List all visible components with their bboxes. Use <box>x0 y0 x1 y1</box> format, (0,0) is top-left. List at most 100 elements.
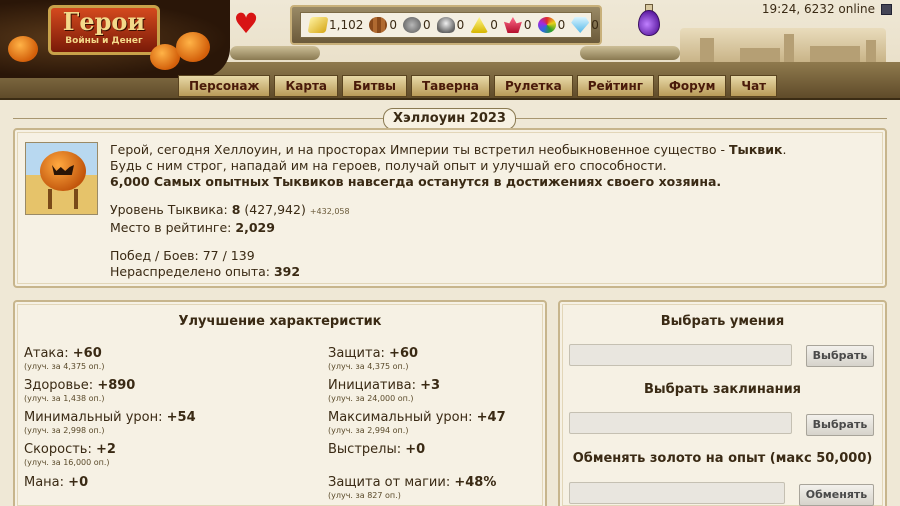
intro-line-1: Герой, сегодня Хеллоуин, и на просторах … <box>110 142 787 157</box>
stat-item[interactable]: Защита: +60 (улуч. за 4,375 оп.) <box>328 346 418 371</box>
nav-item[interactable]: Таверна <box>411 75 490 97</box>
stat-item[interactable]: Мана: +0 <box>24 475 88 490</box>
stat-label: Защита от магии: <box>328 475 455 490</box>
heart-icon[interactable]: ♥ <box>232 10 260 38</box>
stat-label: Здоровье: <box>24 378 98 393</box>
stat-label: Выстрелы: <box>328 442 406 457</box>
pumpkin-icon <box>176 32 210 62</box>
pumpkin-icon <box>8 36 38 62</box>
stat-item[interactable]: Минимальный урон: +54 (улуч. за 2,998 оп.… <box>24 410 196 435</box>
potion-icon[interactable] <box>638 10 660 36</box>
choose-spells-button[interactable]: Выбрать <box>806 414 874 436</box>
nav-item[interactable]: Чат <box>730 75 778 97</box>
nav-item[interactable]: Рулетка <box>494 75 573 97</box>
time-online-block: 19:24, 6232 online <box>762 2 892 16</box>
gold-icon <box>307 17 329 33</box>
wins-battles: Побед / Боев: 77 / 139 <box>110 248 255 263</box>
skills-select-field[interactable] <box>569 344 792 366</box>
time-online: 19:24, 6232 online <box>761 2 875 16</box>
resource-item: 0 <box>537 17 566 33</box>
castle-image <box>680 28 886 62</box>
stat-upgrade-cost: (улуч. за 16,000 оп.) <box>24 458 110 467</box>
title-divider <box>13 118 383 119</box>
stat-label: Скорость: <box>24 442 96 457</box>
logo-title: Герои <box>62 7 146 36</box>
stat-upgrade-cost: (улуч. за 2,998 оп.) <box>24 426 105 435</box>
title-divider <box>516 118 887 119</box>
resource-value: 0 <box>591 18 599 32</box>
choose-skills-button[interactable]: Выбрать <box>806 345 874 367</box>
main-nav: Персонаж Карта Битвы Таверна Рулетка Рейтинг Ф… <box>178 75 778 97</box>
nav-item[interactable]: Карта <box>274 75 339 97</box>
stat-value: +60 <box>389 346 419 361</box>
stat-item[interactable]: Скорость: +2 (улуч. за 16,000 оп.) <box>24 442 116 467</box>
stat-item[interactable]: Максимальный урон: +47 (улуч. за 2,994 оп… <box>328 410 506 435</box>
resource-item: 0 <box>503 17 532 33</box>
stat-value: +890 <box>97 378 136 393</box>
ore-icon <box>403 17 421 33</box>
resource-item: 1,102 <box>307 17 364 33</box>
nav-item[interactable]: Персонаж <box>178 75 271 97</box>
exchange-heading: Обменять золото на опыт (макс 50,000) <box>572 451 873 466</box>
stat-item[interactable]: Инициатива: +3 (улуч. за 24,000 оп.) <box>328 378 440 403</box>
wood-icon <box>369 17 388 33</box>
stat-item[interactable]: Защита от магии: +48% (улуч. за 827 оп.) <box>328 475 496 500</box>
stat-upgrade-cost: (улуч. за 1,438 оп.) <box>24 394 105 403</box>
skills-panel: Выбрать умения Выбрать Выбрать заклинани… <box>558 300 887 506</box>
header-ornament <box>580 46 680 60</box>
diamond-icon <box>571 17 590 33</box>
pumpkin-legs <box>48 189 78 209</box>
resource-item: 0 <box>436 17 464 33</box>
stat-item[interactable]: Атака: +60 (улуч. за 4,375 оп.) <box>24 346 104 371</box>
pumpkin-creature-image <box>25 142 98 215</box>
stat-value: +48% <box>454 475 497 490</box>
crystal-icon <box>503 17 522 33</box>
resource-item: 0 <box>403 17 431 33</box>
nav-item[interactable]: Форум <box>658 75 727 97</box>
disk-icon[interactable] <box>881 3 892 15</box>
intro-line-2: Будь с ним строг, нападай им на героев, … <box>110 158 667 173</box>
resource-item: 0 <box>571 17 599 33</box>
game-header: Герои Войны и Денег ♥ 1,102 0 0 0 0 0 0 0 19:24… <box>0 0 900 100</box>
stat-label: Атака: <box>24 346 73 361</box>
intro-line-3: 6,000 Самых опытных Тыквиков навсегда ос… <box>110 174 722 189</box>
unspent-exp: Нераспределено опыта: 392 <box>110 264 301 279</box>
skills-heading: Выбрать умения <box>660 314 785 329</box>
stat-upgrade-cost: (улуч. за 4,375 оп.) <box>328 362 409 371</box>
gold-amount-input[interactable] <box>569 482 785 504</box>
stat-upgrade-cost: (улуч. за 24,000 оп.) <box>328 394 414 403</box>
stat-upgrade-cost: (улуч. за 827 оп.) <box>328 491 401 500</box>
game-logo[interactable]: Герои Войны и Денег <box>0 0 230 78</box>
stat-label: Мана: <box>24 475 69 490</box>
stat-label: Защита: <box>328 346 390 361</box>
resources-panel: 1,102 0 0 0 0 0 0 0 <box>290 5 602 45</box>
header-ornament <box>230 46 320 60</box>
resources-bar: 1,102 0 0 0 0 0 0 0 <box>300 12 599 38</box>
creature-level: Уровень Тыквика: 8 (427,942) +432,058 <box>110 202 350 217</box>
rating-place: Место в рейтинге: 2,029 <box>110 220 275 235</box>
stat-value: +47 <box>476 410 506 425</box>
spells-heading: Выбрать заклинания <box>643 382 802 397</box>
logo-subtitle: Войны и Денег <box>65 36 143 46</box>
resource-value: 0 <box>557 18 566 32</box>
stat-item[interactable]: Здоровье: +890 (улуч. за 1,438 оп.) <box>24 378 135 403</box>
stats-heading: Улучшение характеристик <box>178 314 382 329</box>
stat-value: +54 <box>166 410 196 425</box>
exchange-button[interactable]: Обменять <box>799 484 874 506</box>
gems-icon <box>537 17 556 33</box>
resource-value: 0 <box>490 18 498 32</box>
nav-item[interactable]: Битвы <box>342 75 407 97</box>
resource-value: 1,102 <box>329 18 364 32</box>
spells-select-field[interactable] <box>569 412 792 434</box>
resource-item: 0 <box>470 17 498 33</box>
creature-name: Тыквик <box>728 142 783 157</box>
sulfur-icon <box>470 17 489 33</box>
stat-value: +60 <box>72 346 102 361</box>
stat-value: +3 <box>420 378 441 393</box>
nav-item[interactable]: Рейтинг <box>576 75 655 97</box>
stat-upgrade-cost: (улуч. за 4,375 оп.) <box>24 362 105 371</box>
resource-value: 0 <box>423 18 431 32</box>
mercury-icon <box>436 17 455 33</box>
stats-upgrade-panel: Улучшение характеристик Атака: +60 (улуч.… <box>13 300 547 506</box>
stat-item[interactable]: Выстрелы: +0 <box>328 442 425 457</box>
